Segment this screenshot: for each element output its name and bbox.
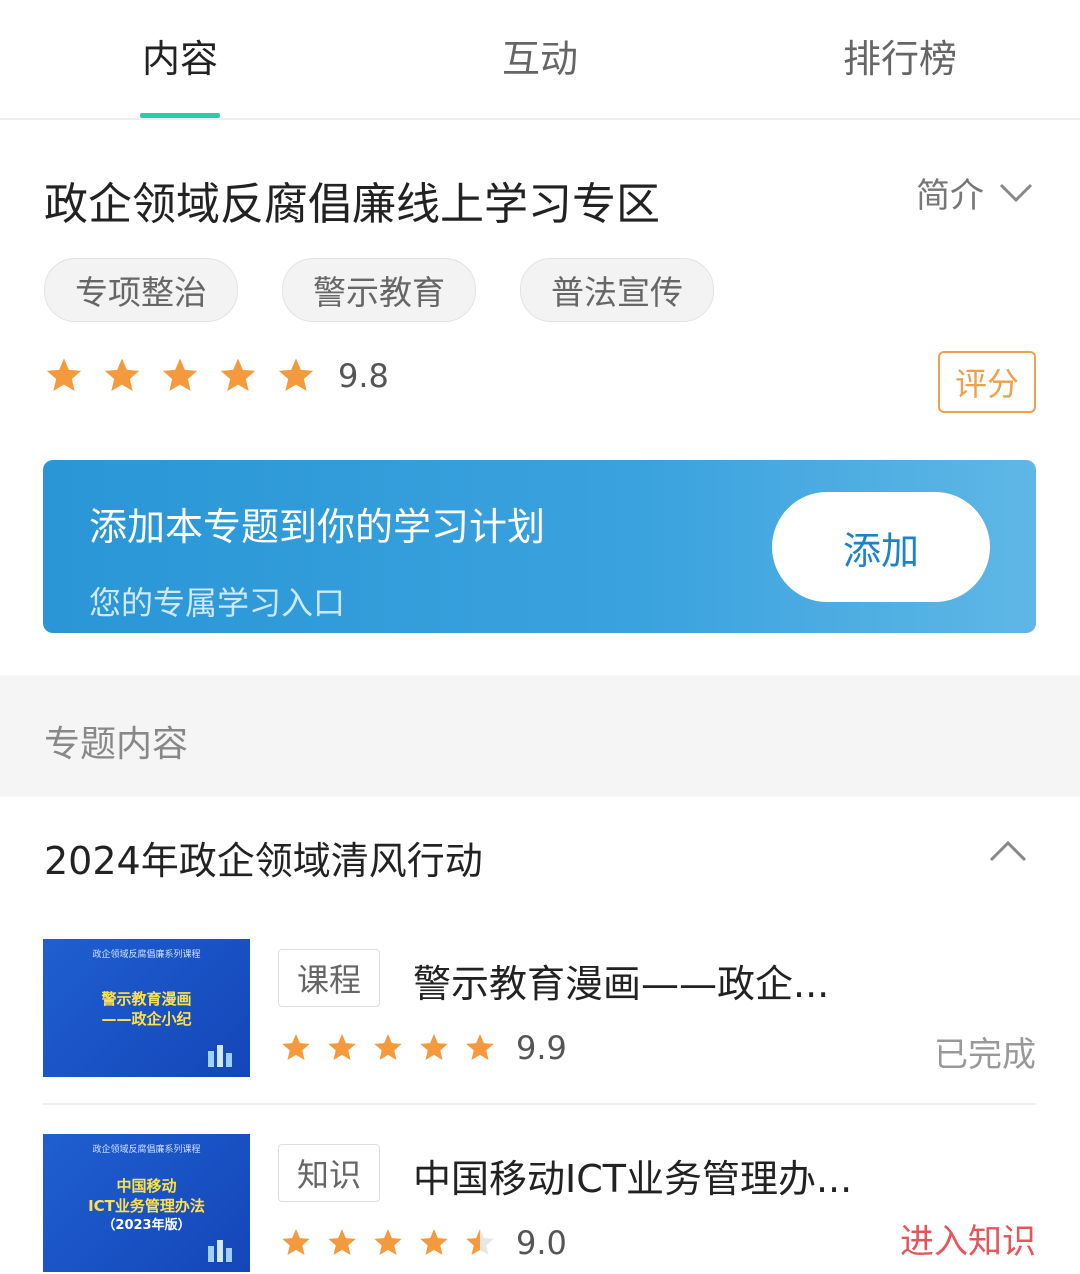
rating-score: 9.8 — [338, 357, 389, 395]
chevron-up-icon[interactable] — [988, 836, 1028, 866]
type-badge: 课程 — [278, 949, 381, 1007]
divider — [43, 1103, 1036, 1105]
chevron-down-icon — [999, 183, 1033, 202]
star-icon — [104, 358, 140, 391]
star-icon — [46, 358, 82, 391]
thumbnail-title-line: （2023年版） — [102, 1218, 191, 1233]
course-thumbnail: 政企领域反腐倡廉系列课程 警示教育漫画 ——政企小纪 — [43, 939, 250, 1077]
intro-label: 简介 — [916, 176, 984, 216]
status-label: 已完成 — [934, 1035, 1036, 1075]
banner-subtitle: 您的专属学习入口 — [89, 584, 346, 622]
tag-chip[interactable]: 专项整治 — [44, 258, 238, 322]
type-badge: 知识 — [278, 1144, 381, 1202]
decoration-icon — [208, 1045, 232, 1067]
section-header: 专题内容 — [0, 675, 1080, 797]
star-rating — [280, 1032, 496, 1064]
section-title: 专题内容 — [44, 724, 189, 765]
enter-knowledge-link[interactable]: 进入知识 — [900, 1214, 1036, 1263]
page-title: 政企领域反腐倡廉线上学习专区 — [44, 179, 660, 230]
banner-title: 添加本专题到你的学习计划 — [89, 505, 546, 549]
item-title[interactable]: 警示教育漫画——政企... — [413, 953, 829, 1008]
tab-leaderboard[interactable]: 排行榜 — [780, 28, 1020, 83]
star-icon — [328, 1229, 356, 1255]
thumbnail-title-line: ICT业务管理办法 — [88, 1197, 205, 1215]
half-star-icon — [466, 1229, 494, 1255]
thumbnail-series-label: 政企领域反腐倡廉系列课程 — [92, 950, 201, 960]
star-icon — [374, 1034, 402, 1060]
star-icon — [162, 358, 198, 391]
item-rating: 9.0 — [280, 1224, 567, 1262]
tab-bar: 内容 互动 排行榜 — [0, 0, 1080, 120]
thumbnail-title-line: 中国移动 — [116, 1177, 177, 1195]
star-icon — [282, 1034, 310, 1060]
group-title: 2024年政企领域清风行动 — [44, 839, 483, 883]
active-tab-indicator — [140, 113, 220, 118]
tab-interaction[interactable]: 互动 — [420, 28, 660, 83]
item-title[interactable]: 中国移动ICT业务管理办... — [413, 1148, 852, 1203]
course-thumbnail: 政企领域反腐倡廉系列课程 中国移动 ICT业务管理办法 （2023年版） — [43, 1134, 250, 1272]
tab-content[interactable]: 内容 — [60, 28, 300, 83]
tag-chip[interactable]: 普法宣传 — [520, 258, 714, 322]
star-icon — [220, 358, 256, 391]
rating-score: 9.9 — [516, 1029, 567, 1067]
decoration-icon — [208, 1240, 232, 1262]
star-icon — [420, 1229, 448, 1255]
list-item[interactable]: 政企领域反腐倡廉系列课程 中国移动 ICT业务管理办法 （2023年版） 知识 … — [43, 1134, 1036, 1274]
star-icon — [278, 358, 314, 391]
star-icon — [328, 1034, 356, 1060]
star-rating — [44, 356, 316, 396]
tag-list: 专项整治 警示教育 普法宣传 — [44, 258, 714, 322]
thumbnail-title-line: ——政企小纪 — [101, 1010, 192, 1028]
star-icon — [282, 1229, 310, 1255]
intro-toggle[interactable]: 简介 — [916, 168, 1034, 217]
topic-rating: 9.8 — [44, 356, 389, 396]
rating-score: 9.0 — [516, 1224, 567, 1262]
thumbnail-title-line: 警示教育漫画 — [101, 990, 192, 1008]
star-icon — [466, 1034, 494, 1060]
tag-chip[interactable]: 警示教育 — [282, 258, 476, 322]
list-item[interactable]: 政企领域反腐倡廉系列课程 警示教育漫画 ——政企小纪 课程 警示教育漫画——政企… — [43, 939, 1036, 1079]
thumbnail-series-label: 政企领域反腐倡廉系列课程 — [92, 1145, 201, 1155]
item-rating: 9.9 — [280, 1029, 567, 1067]
star-icon — [374, 1229, 402, 1255]
rate-button[interactable]: 评分 — [938, 351, 1036, 413]
star-rating — [280, 1227, 496, 1259]
add-to-plan-button[interactable]: 添加 — [772, 492, 990, 602]
study-plan-banner: 添加本专题到你的学习计划 您的专属学习入口 添加 — [43, 460, 1036, 633]
star-icon — [420, 1034, 448, 1060]
